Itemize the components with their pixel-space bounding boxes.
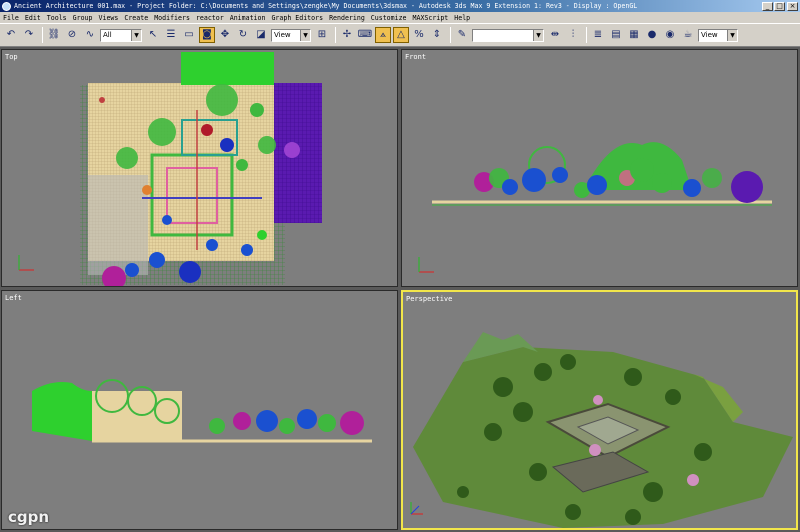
menu-help[interactable]: Help: [454, 14, 470, 22]
chevron-down-icon: ▼: [300, 29, 310, 41]
snaps-toggle-icon[interactable]: ⟑: [375, 27, 391, 43]
axis-tripod-icon: [410, 502, 423, 515]
menu-modifiers[interactable]: Modifiers: [154, 14, 190, 22]
select-object-icon[interactable]: ↖: [145, 27, 161, 43]
left-view-scene: [32, 379, 372, 443]
material-editor-icon[interactable]: ●: [644, 27, 660, 43]
viewport-label[interactable]: Left: [5, 294, 22, 302]
pivot-center-icon[interactable]: ⊞: [314, 27, 330, 43]
window-title: Ancient Architecture 001.max - Project F…: [14, 2, 638, 10]
bind-to-space-warp-icon[interactable]: ∿: [82, 27, 98, 43]
render-type-value: View: [701, 30, 718, 39]
layer-manager-icon[interactable]: ≣: [590, 27, 606, 43]
minimize-button[interactable]: _: [762, 1, 773, 11]
spinner-snap-icon[interactable]: ⇕: [429, 27, 445, 43]
render-icon[interactable]: ☕: [680, 27, 696, 43]
toolbar-separator: [586, 27, 587, 43]
reference-coordinate-dropdown[interactable]: View ▼: [271, 28, 311, 42]
menu-bar: File Edit Tools Group Views Create Modif…: [0, 12, 800, 23]
mirror-icon[interactable]: ⇹: [547, 27, 563, 43]
menu-reactor[interactable]: reactor: [196, 14, 224, 22]
schematic-view-icon[interactable]: ▦: [626, 27, 642, 43]
angle-snap-icon[interactable]: △: [393, 27, 409, 43]
app-icon[interactable]: [2, 1, 11, 11]
percent-snap-icon[interactable]: %: [411, 27, 427, 43]
toolbar-separator: [335, 27, 336, 43]
select-and-link-icon[interactable]: ⛓: [46, 27, 62, 43]
menu-views[interactable]: Views: [99, 14, 119, 22]
redo-icon[interactable]: ↷: [21, 27, 37, 43]
select-and-rotate-icon[interactable]: ↻: [235, 27, 251, 43]
green-hill: [32, 382, 92, 441]
toolbar-separator: [42, 27, 43, 43]
viewport-label[interactable]: Perspective: [406, 295, 452, 303]
menu-animation[interactable]: Animation: [230, 14, 266, 22]
title-bar: Ancient Architecture 001.max - Project F…: [0, 0, 800, 12]
rectangular-selection-icon[interactable]: ▭: [181, 27, 197, 43]
chevron-down-icon: ▼: [131, 29, 141, 41]
selection-filter-dropdown[interactable]: All ▼: [100, 28, 142, 42]
undo-icon[interactable]: ↶: [3, 27, 19, 43]
select-and-move-icon[interactable]: ✥: [217, 27, 233, 43]
top-view-scene: [18, 52, 322, 286]
menu-create[interactable]: Create: [124, 14, 148, 22]
render-type-dropdown[interactable]: View ▼: [698, 28, 738, 42]
front-trees: [474, 142, 763, 203]
keyboard-shortcut-override-icon[interactable]: ⌨: [357, 27, 373, 43]
menu-graph-editors[interactable]: Graph Editors: [271, 14, 323, 22]
align-icon[interactable]: ⫶: [565, 27, 581, 43]
named-selection-dropdown[interactable]: ▼: [472, 28, 544, 42]
chevron-down-icon: ▼: [727, 29, 737, 41]
gray-terrain: [88, 175, 148, 275]
unlink-selection-icon[interactable]: ⊘: [64, 27, 80, 43]
selection-filter-value: All: [103, 30, 112, 39]
render-setup-icon[interactable]: ◉: [662, 27, 678, 43]
viewport-area: Top Front Left Perspective cgpn: [0, 47, 800, 532]
main-toolbar: ↶ ↷ ⛓ ⊘ ∿ All ▼ ↖ ☰ ▭ ◙ ✥ ↻ ◪ View ▼ ⊞ ✢…: [0, 23, 800, 47]
menu-file[interactable]: File: [3, 14, 19, 22]
close-button[interactable]: ×: [787, 1, 798, 11]
viewport-label[interactable]: Top: [5, 53, 18, 61]
select-and-scale-icon[interactable]: ◪: [253, 27, 269, 43]
front-view-scene: [418, 142, 772, 273]
menu-group[interactable]: Group: [73, 14, 93, 22]
edit-named-selection-icon[interactable]: ✎: [454, 27, 470, 43]
viewport-perspective[interactable]: Perspective: [401, 290, 798, 530]
curve-editor-icon[interactable]: ▤: [608, 27, 624, 43]
watermark-logo: cgpn: [8, 508, 50, 526]
menu-edit[interactable]: Edit: [25, 14, 41, 22]
select-by-name-icon[interactable]: ☰: [163, 27, 179, 43]
perspective-view-scene: [410, 332, 793, 528]
viewport-top[interactable]: Top: [1, 49, 398, 287]
viewport-label[interactable]: Front: [405, 53, 426, 61]
reference-coordinate-value: View: [274, 30, 291, 39]
viewport-front[interactable]: Front: [401, 49, 798, 287]
axis-tripod-icon: [18, 255, 34, 271]
menu-maxscript[interactable]: MAXScript: [413, 14, 449, 22]
maximize-button[interactable]: □: [774, 1, 785, 11]
viewport-left[interactable]: Left: [1, 290, 398, 530]
green-block: [181, 52, 274, 85]
select-and-manipulate-icon[interactable]: ✢: [339, 27, 355, 43]
menu-customize[interactable]: Customize: [371, 14, 407, 22]
axis-tripod-icon: [418, 257, 434, 273]
window-crossing-icon[interactable]: ◙: [199, 27, 215, 43]
toolbar-separator: [450, 27, 451, 43]
menu-rendering[interactable]: Rendering: [329, 14, 365, 22]
chevron-down-icon: ▼: [533, 29, 543, 41]
menu-tools[interactable]: Tools: [47, 14, 67, 22]
